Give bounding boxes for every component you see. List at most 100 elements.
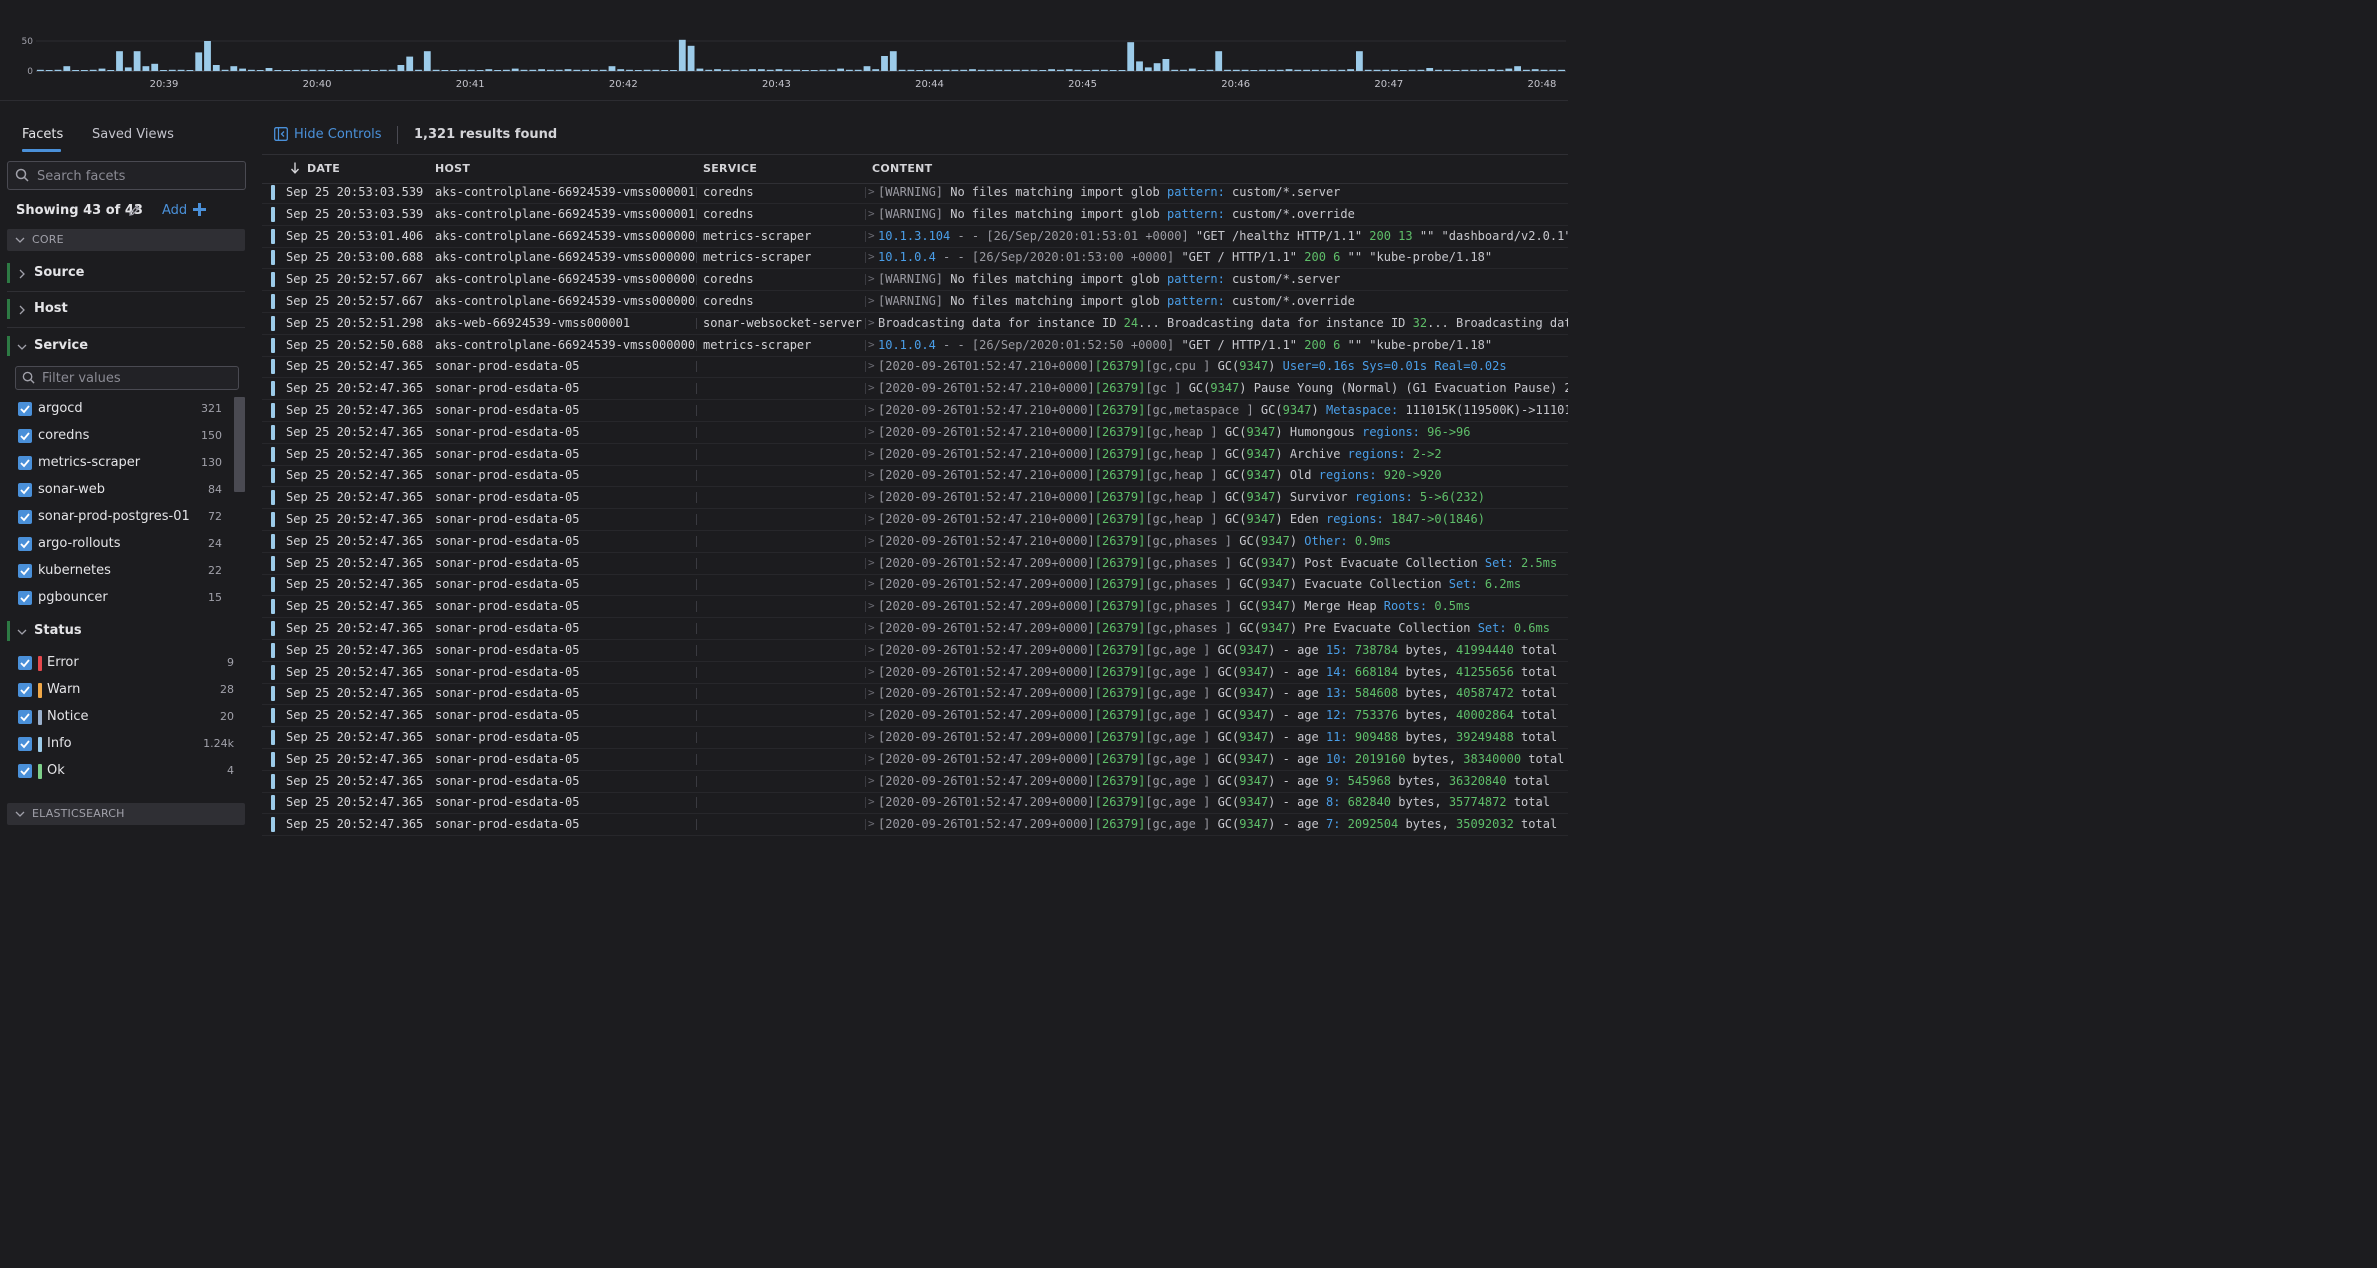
expand-chevron-icon[interactable]: > [868,556,875,569]
checkbox[interactable] [18,591,32,605]
histogram-bar[interactable] [977,69,985,71]
histogram-bar[interactable] [661,70,669,71]
histogram-bar[interactable] [1030,69,1038,71]
histogram-bar[interactable] [1364,69,1372,71]
histogram-bar[interactable] [1479,69,1486,71]
histogram-bar[interactable] [617,69,625,71]
column-header-service[interactable]: SERVICE [703,162,757,175]
expand-chevron-icon[interactable]: > [868,665,875,678]
log-row[interactable]: Sep 25 20:53:03.539 aks-controlplane-6692… [262,204,1568,226]
filter-values-box[interactable] [15,366,239,390]
histogram-bar[interactable] [1391,69,1398,71]
histogram-bar[interactable] [1549,69,1557,71]
log-volume-histogram[interactable]: 0 50 20:39 20:40 20:41 20:42 20:43 20:44 20:45 20… [0,0,1568,101]
histogram-bar[interactable] [863,66,871,71]
histogram-bar[interactable] [714,69,721,71]
histogram-bar[interactable] [54,69,62,71]
histogram-bar[interactable] [1426,68,1434,71]
status-item-error[interactable]: Error 9 [0,650,254,677]
checkbox[interactable] [18,683,32,697]
histogram-bar[interactable] [1408,69,1416,71]
core-section-header[interactable]: CORE [7,229,245,251]
log-row[interactable]: Sep 25 20:52:47.365 sonar-prod-esdata-05 >… [262,705,1568,728]
service-item-pgbouncer[interactable]: pgbouncer 15 [0,585,254,609]
log-row[interactable]: Sep 25 20:52:47.365 sonar-prod-esdata-05 >… [262,662,1568,684]
tab-facets[interactable]: Facets [22,127,63,142]
expand-chevron-icon[interactable]: > [868,185,875,198]
histogram-bar[interactable] [160,70,167,71]
histogram-bar[interactable] [881,56,888,71]
histogram-bar[interactable] [1435,69,1442,71]
histogram-bar[interactable] [1505,68,1513,71]
histogram-bar[interactable] [371,70,378,71]
facet-service[interactable]: Service [7,330,245,364]
histogram-bar[interactable] [1127,42,1135,71]
histogram-bar[interactable] [1171,69,1179,71]
histogram-bar[interactable] [1144,67,1152,71]
histogram-bar[interactable] [1356,51,1363,71]
histogram-bar[interactable] [186,70,194,71]
log-row[interactable]: Sep 25 20:52:47.365 sonar-prod-esdata-05 >… [262,378,1568,401]
histogram-bar[interactable] [1241,69,1249,71]
histogram-bar[interactable] [63,66,71,71]
histogram-bar[interactable] [1039,70,1047,71]
histogram-bar[interactable] [212,65,220,71]
histogram-bar[interactable] [916,70,924,71]
log-row[interactable]: Sep 25 20:52:47.365 sonar-prod-esdata-05 >… [262,422,1568,444]
histogram-bar[interactable] [1329,69,1337,71]
expand-chevron-icon[interactable]: > [868,294,875,307]
histogram-bar[interactable] [573,69,581,71]
histogram-bar[interactable] [1461,69,1469,71]
expand-chevron-icon[interactable]: > [868,425,875,438]
histogram-bar[interactable] [793,69,800,71]
expand-chevron-icon[interactable]: > [868,272,875,285]
expand-chevron-icon[interactable]: > [868,229,875,242]
histogram-bar[interactable] [933,69,941,71]
log-row[interactable]: Sep 25 20:52:47.365 sonar-prod-esdata-05 >… [262,640,1568,662]
histogram-bar[interactable] [494,70,501,71]
log-row[interactable]: Sep 25 20:52:47.365 sonar-prod-esdata-05 >… [262,444,1568,466]
histogram-bar[interactable] [1338,69,1346,71]
histogram-bar[interactable] [336,70,343,71]
log-row[interactable]: Sep 25 20:52:47.365 sonar-prod-esdata-05 >… [262,487,1568,510]
histogram-bar[interactable] [151,63,159,71]
expand-chevron-icon[interactable]: > [868,468,875,481]
histogram-bar[interactable] [775,69,783,71]
histogram-bar[interactable] [969,69,976,71]
histogram-bar[interactable] [204,41,211,71]
histogram-bar[interactable] [696,68,704,71]
histogram-bar[interactable] [248,69,255,71]
histogram-bar[interactable] [995,69,1003,71]
histogram-bar[interactable] [1540,69,1548,71]
histogram-bar[interactable] [221,69,229,71]
histogram-bar[interactable] [1514,66,1521,71]
histogram-bar[interactable] [1101,69,1108,71]
histogram-bar[interactable] [1057,69,1064,71]
service-item-argo-rollouts[interactable]: argo-rollouts 24 [0,531,254,558]
facet-status[interactable]: Status [7,615,245,649]
histogram-bar[interactable] [1206,69,1214,71]
histogram-bar[interactable] [124,67,132,71]
histogram-bar[interactable] [72,70,79,71]
service-item-coredns[interactable]: coredns 150 [0,423,254,450]
histogram-bar[interactable] [951,69,959,71]
histogram-bar[interactable] [353,69,361,71]
expand-chevron-icon[interactable]: > [868,250,875,263]
log-row[interactable]: Sep 25 20:52:47.365 sonar-prod-esdata-05 >… [262,792,1568,815]
histogram-bar[interactable] [889,51,897,71]
log-row[interactable]: Sep 25 20:52:47.365 sonar-prod-esdata-05 >… [262,683,1568,706]
expand-chevron-icon[interactable]: > [868,490,875,503]
histogram-bar[interactable] [608,66,616,71]
histogram-bar[interactable] [758,69,765,71]
histogram-bar[interactable] [195,52,203,71]
histogram-bar[interactable] [810,70,818,71]
elasticsearch-section-header[interactable]: ELASTICSEARCH [7,803,245,825]
expand-chevron-icon[interactable]: > [868,599,875,612]
histogram-bar[interactable] [547,69,554,71]
histogram-bar[interactable] [98,68,106,71]
search-facets-input[interactable] [35,165,239,187]
histogram-bar[interactable] [309,69,317,71]
histogram-bar[interactable] [1074,69,1082,71]
checkbox[interactable] [18,737,32,751]
checkbox[interactable] [18,564,32,578]
